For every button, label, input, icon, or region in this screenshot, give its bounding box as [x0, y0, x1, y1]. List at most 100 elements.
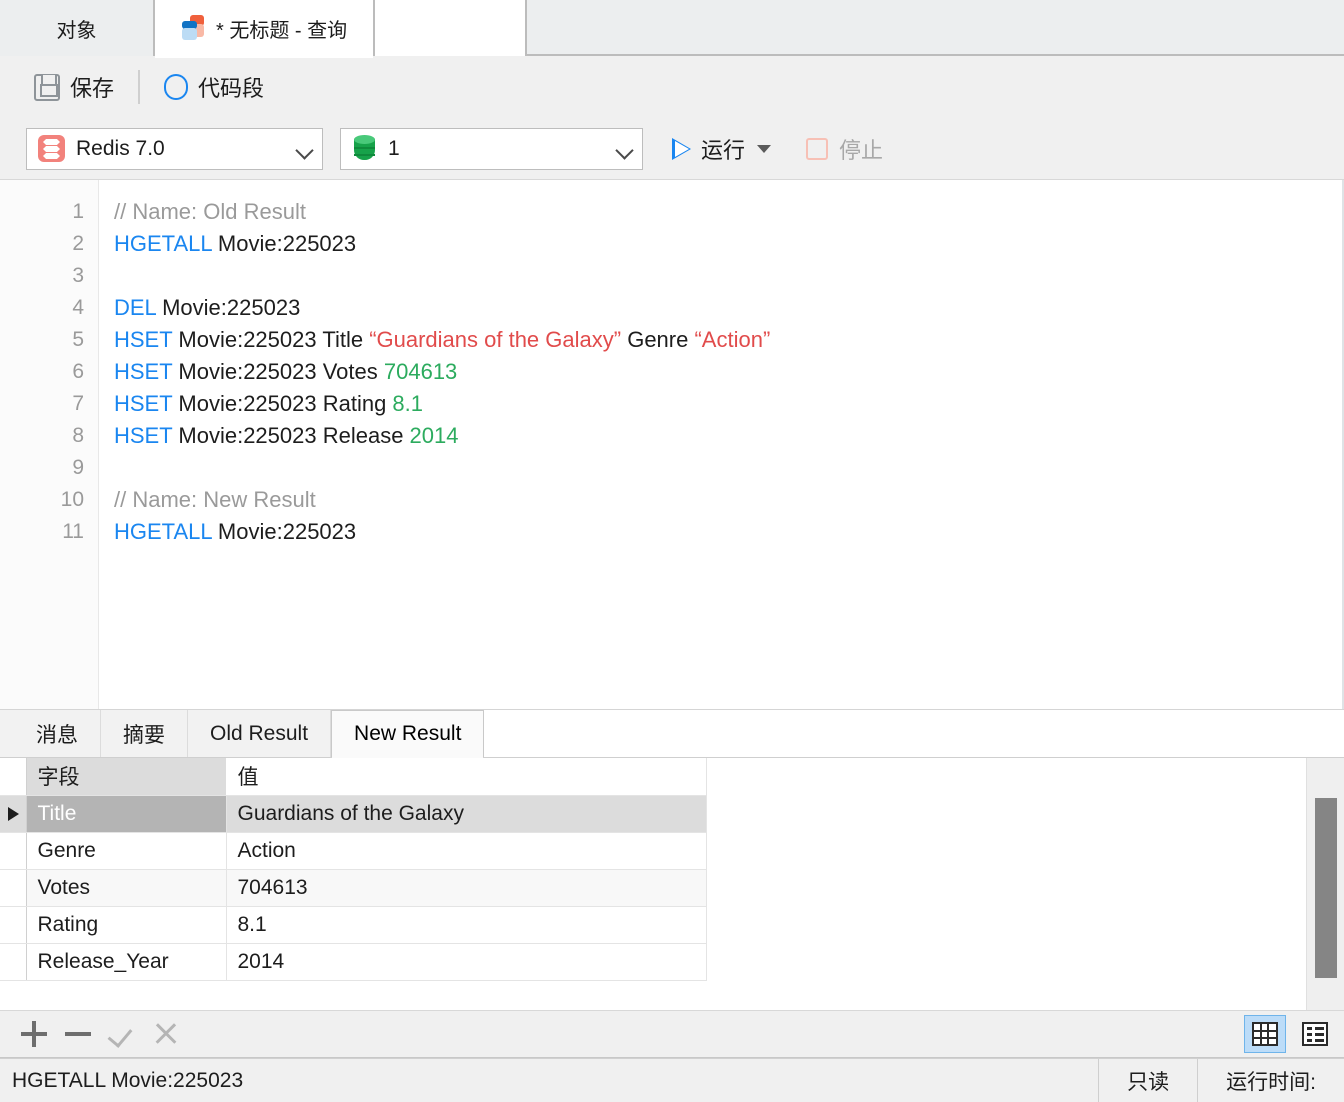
- column-header-value[interactable]: 值: [226, 758, 707, 796]
- confirm-edit-button: [100, 1014, 144, 1054]
- cell-field[interactable]: Rating: [26, 906, 227, 944]
- line-number: 3: [72, 264, 84, 287]
- code-line[interactable]: // Name: Old Result: [114, 196, 1344, 228]
- table-row[interactable]: Genre Action: [0, 832, 707, 870]
- line-number: 6: [72, 360, 84, 383]
- result-tab-label: 摘要: [123, 723, 165, 747]
- result-tab-2[interactable]: 摘要: [101, 710, 188, 757]
- line-number: 11: [62, 520, 84, 543]
- window-tab-bar: 对象 * 无标题 - 查询: [0, 0, 1344, 58]
- cell-field[interactable]: Title: [26, 795, 227, 833]
- connection-select-value: Redis 7.0: [76, 136, 165, 160]
- scrollbar-thumb[interactable]: [1315, 798, 1337, 978]
- cell-value[interactable]: Action: [226, 832, 707, 870]
- database-select[interactable]: 1: [340, 127, 643, 170]
- code-line[interactable]: // Name: New Result: [114, 484, 1344, 516]
- result-grid-panel: 字段 值 Title Guardians of the Galaxy Genre Ac…: [0, 758, 1344, 1010]
- code-token: // Name: New Result: [114, 487, 316, 512]
- table-row[interactable]: Title Guardians of the Galaxy: [0, 795, 707, 833]
- code-token: HGETALL: [114, 519, 212, 544]
- row-indicator[interactable]: [0, 943, 27, 981]
- code-line[interactable]: [114, 260, 1344, 292]
- line-number: 4: [72, 296, 84, 319]
- window-tab-objects[interactable]: 对象: [0, 0, 155, 56]
- result-table: 字段 值 Title Guardians of the Galaxy Genre Ac…: [0, 758, 707, 981]
- line-number: 5: [72, 328, 84, 351]
- snippet-button[interactable]: 代码段: [156, 67, 272, 107]
- code-token: Movie:225023: [211, 231, 357, 256]
- code-line[interactable]: HSET Movie:225023 Votes 704613: [114, 356, 1344, 388]
- code-token: “Guardians of the Galaxy”: [369, 327, 622, 352]
- code-token: Movie:225023 Votes: [172, 359, 384, 384]
- code-token: Movie:225023 Rating: [172, 391, 393, 416]
- remove-row-button[interactable]: [56, 1014, 100, 1054]
- code-line[interactable]: HGETALL Movie:225023: [114, 228, 1344, 260]
- run-button[interactable]: 运行: [672, 133, 772, 165]
- code-line[interactable]: HSET Movie:225023 Rating 8.1: [114, 388, 1344, 420]
- stop-button-label: 停止: [839, 137, 884, 163]
- cancel-edit-button: [144, 1014, 188, 1054]
- window-tab-query[interactable]: * 无标题 - 查询: [155, 0, 376, 58]
- row-indicator[interactable]: [0, 832, 27, 870]
- minus-icon: [65, 1021, 91, 1047]
- code-line[interactable]: HGETALL Movie:225023: [114, 516, 1344, 548]
- query-tab-icon: [181, 15, 207, 41]
- code-token: Genre: [621, 327, 695, 352]
- window-tab-empty-area: [375, 0, 528, 56]
- line-number: 7: [72, 392, 84, 415]
- code-token: DEL: [114, 295, 156, 320]
- code-line[interactable]: HSET Movie:225023 Title “Guardians of th…: [114, 324, 1344, 356]
- cell-value[interactable]: 704613: [226, 869, 707, 907]
- row-indicator[interactable]: [0, 869, 27, 907]
- code-line[interactable]: DEL Movie:225023: [114, 292, 1344, 324]
- app-window: 对象 * 无标题 - 查询 保存 代码段 Redis 7.0 1 运行 停止 1…: [0, 0, 1344, 1102]
- result-tab-3[interactable]: Old Result: [188, 710, 332, 757]
- chevron-down-icon: [616, 144, 632, 154]
- connection-toolbar: Redis 7.0 1 运行 停止: [0, 118, 1344, 180]
- cell-field[interactable]: Genre: [26, 832, 227, 870]
- cell-value[interactable]: 8.1: [226, 906, 707, 944]
- column-header-field[interactable]: 字段: [26, 758, 227, 796]
- result-tab-4[interactable]: New Result: [331, 710, 485, 758]
- code-area[interactable]: // Name: Old Result HGETALL Movie:225023 D…: [99, 180, 1344, 709]
- plus-icon: [21, 1021, 47, 1047]
- code-token: Movie:225023: [211, 519, 357, 544]
- result-tab-label: Old Result: [210, 721, 309, 745]
- row-indicator[interactable]: [0, 906, 27, 944]
- table-row[interactable]: Release_Year 2014: [0, 943, 707, 981]
- chevron-down-icon[interactable]: [757, 144, 772, 153]
- result-grid-scrollbar[interactable]: [1306, 758, 1344, 1010]
- grid-view-icon: [1252, 1022, 1278, 1046]
- table-row[interactable]: Rating 8.1: [0, 906, 707, 944]
- add-row-button[interactable]: [12, 1014, 56, 1054]
- code-line[interactable]: HSET Movie:225023 Release 2014: [114, 420, 1344, 452]
- status-query-text: HGETALL Movie:225023: [12, 1068, 244, 1092]
- connection-select[interactable]: Redis 7.0: [26, 127, 323, 170]
- grid-view-button[interactable]: [1244, 1015, 1286, 1053]
- check-icon: [109, 1021, 135, 1047]
- table-row[interactable]: Votes 704613: [0, 869, 707, 907]
- code-token: Movie:225023 Title: [172, 327, 370, 352]
- cell-value[interactable]: 2014: [226, 943, 707, 981]
- code-token: Movie:225023 Release: [172, 423, 410, 448]
- row-selected-arrow-icon: [8, 806, 20, 821]
- code-token: 2014: [409, 423, 459, 448]
- sql-editor[interactable]: 1 2 3 4 5 6 7 8 9 10 11 // Name: Old Result HGETALL…: [0, 180, 1344, 710]
- code-snippet-icon: [164, 74, 189, 100]
- code-token: Movie:225023: [155, 295, 301, 320]
- form-view-button[interactable]: [1294, 1015, 1336, 1053]
- cell-field[interactable]: Release_Year: [26, 943, 227, 981]
- status-readonly: 只读: [1098, 1058, 1197, 1102]
- result-tab-label: 消息: [36, 723, 78, 747]
- cell-field[interactable]: Votes: [26, 869, 227, 907]
- save-button[interactable]: 保存: [26, 67, 122, 107]
- line-number: 10: [60, 488, 84, 511]
- code-token: HSET: [114, 423, 173, 448]
- cell-value[interactable]: Guardians of the Galaxy: [226, 795, 707, 833]
- chevron-down-icon: [296, 144, 312, 154]
- row-indicator[interactable]: [0, 795, 27, 833]
- window-tab-filler: [527, 0, 1344, 56]
- result-tab-1[interactable]: 消息: [14, 710, 101, 757]
- code-line[interactable]: [114, 452, 1344, 484]
- line-number: 8: [72, 424, 84, 447]
